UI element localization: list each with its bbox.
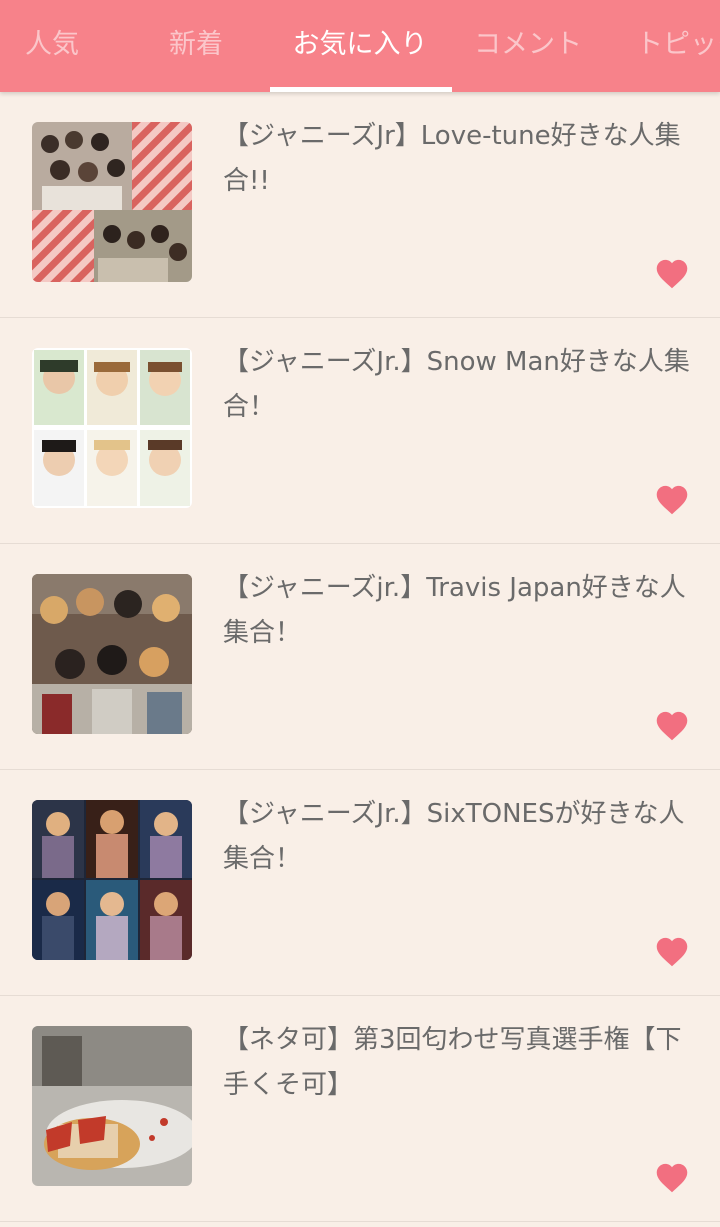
thumbnail-image bbox=[32, 800, 192, 960]
tab-new[interactable]: 新着 bbox=[169, 0, 223, 92]
heart-icon[interactable] bbox=[654, 483, 690, 515]
heart-icon[interactable] bbox=[654, 1161, 690, 1193]
list-item[interactable]: 【ジャニーズjr.】Travis Japan好きな人集合！ bbox=[0, 544, 720, 770]
tab-favorites[interactable]: お気に入り bbox=[293, 0, 428, 92]
list-item[interactable]: 【ジャニーズJr.】Snow Man好きな人集合！ bbox=[0, 318, 720, 544]
topic-title[interactable]: 【ジャニーズjr.】Travis Japan好きな人集合！ bbox=[223, 566, 693, 656]
tab-comments[interactable]: コメント bbox=[474, 0, 582, 92]
topic-title[interactable]: 【ジャニーズJr.】SixTONESが好きな人集合！ bbox=[223, 792, 693, 882]
list-item[interactable]: 【ジャニーズJr】Love-tune好きな人集合!! bbox=[0, 92, 720, 318]
tab-topics[interactable]: トピック bbox=[636, 0, 720, 92]
heart-icon[interactable] bbox=[654, 935, 690, 967]
heart-icon[interactable] bbox=[654, 709, 690, 741]
topic-title[interactable]: 【ジャニーズJr】Love-tune好きな人集合!! bbox=[223, 114, 693, 204]
list-item[interactable]: 【ネタ可】第3回匂わせ写真選手権【下手くそ可】 bbox=[0, 996, 720, 1222]
tab-popular[interactable]: 人気 bbox=[25, 0, 79, 92]
heart-icon[interactable] bbox=[654, 257, 690, 289]
topic-title[interactable]: 【ジャニーズJr.】Snow Man好きな人集合！ bbox=[223, 340, 693, 430]
tab-bar: 人気 新着 お気に入り コメント トピック bbox=[0, 0, 720, 92]
topic-title[interactable]: 【ネタ可】第3回匂わせ写真選手権【下手くそ可】 bbox=[223, 1018, 693, 1108]
favorites-list: 【ジャニーズJr】Love-tune好きな人集合!! 【ジャニーズJr.】Sno… bbox=[0, 92, 720, 1222]
thumbnail-image bbox=[32, 122, 192, 282]
thumbnail-image bbox=[32, 1026, 192, 1186]
thumbnail-image bbox=[32, 574, 192, 734]
list-item[interactable]: 【ジャニーズJr.】SixTONESが好きな人集合！ bbox=[0, 770, 720, 996]
thumbnail-image bbox=[32, 348, 192, 508]
